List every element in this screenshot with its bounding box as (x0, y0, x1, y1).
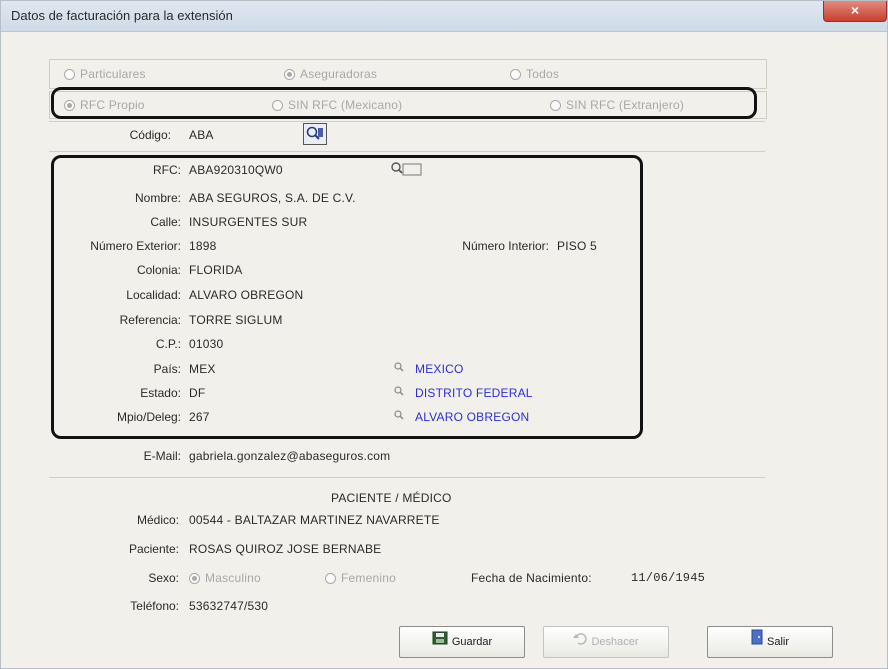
pais-value[interactable]: MEX (189, 362, 216, 376)
radio-femenino[interactable] (325, 573, 336, 584)
radio-masculino-label: Masculino (205, 571, 261, 585)
salir-label: Salir (766, 636, 789, 648)
deshacer-button[interactable]: Deshacer (543, 626, 669, 658)
referencia-value[interactable]: TORRE SIGLUM (189, 313, 283, 327)
radio-particulares-label: Particulares (80, 67, 146, 81)
estado-search-icon[interactable] (393, 386, 407, 396)
codigo-value[interactable]: ABA (189, 128, 214, 142)
rfc-type-group: RFC Propio SIN RFC (Mexicano) SIN RFC (E… (49, 91, 767, 119)
pais-name: MEXICO (415, 362, 464, 376)
colonia-label: Colonia: (136, 263, 181, 277)
fecha-nacimiento-value[interactable]: 11/06/1945 (631, 571, 705, 585)
radio-aseguradoras[interactable] (284, 69, 295, 80)
referencia-label: Referencia: (119, 313, 181, 327)
billing-dialog: Datos de facturación para la extensión ×… (0, 0, 888, 669)
calle-label: Calle: (150, 215, 181, 229)
title-bar: Datos de facturación para la extensión × (1, 1, 887, 32)
numero-interior-label: Número Interior: (462, 239, 549, 253)
medico-label: Médico: (136, 513, 179, 527)
email-label: E-Mail: (143, 449, 181, 463)
patient-section-heading: PACIENTE / MÉDICO (331, 491, 452, 505)
cp-label: C.P.: (155, 337, 181, 351)
radio-sin-rfc-extranjero-label: SIN RFC (Extranjero) (566, 98, 685, 112)
radio-rfc-propio[interactable] (64, 100, 75, 111)
telefono-value[interactable]: 53632747/530 (189, 599, 268, 613)
numero-interior-value[interactable]: PISO 5 (557, 239, 597, 253)
codigo-search-button[interactable] (303, 123, 327, 145)
rfc-value[interactable]: ABA920310QW0 (189, 163, 283, 177)
colonia-value[interactable]: FLORIDA (189, 263, 242, 277)
estado-label: Estado: (140, 386, 181, 400)
close-button[interactable]: × (823, 1, 887, 22)
undo-icon (573, 627, 588, 657)
radio-todos[interactable] (510, 69, 521, 80)
radio-sin-rfc-extranjero[interactable] (550, 100, 561, 111)
numero-exterior-label: Número Exterior: (90, 239, 181, 253)
guardar-label: Guardar (451, 636, 493, 648)
nombre-value[interactable]: ABA SEGUROS, S.A. DE C.V. (189, 191, 356, 205)
filter-type-group: Particulares Aseguradoras Todos (49, 59, 767, 89)
pais-label: País: (153, 362, 181, 376)
guardar-button[interactable]: Guardar (399, 626, 525, 658)
telefono-label: Teléfono: (130, 599, 179, 613)
window-title: Datos de facturación para la extensión (11, 8, 233, 23)
deshacer-label: Deshacer (591, 636, 639, 648)
codigo-label: Código: (129, 128, 171, 142)
radio-masculino[interactable] (189, 573, 200, 584)
radio-aseguradoras-label: Aseguradoras (300, 67, 378, 81)
radio-sin-rfc-mexicano[interactable] (272, 100, 283, 111)
sexo-label: Sexo: (148, 571, 179, 585)
municipio-value[interactable]: 267 (189, 410, 210, 424)
rfc-lookup-button[interactable] (389, 161, 423, 177)
nombre-label: Nombre: (134, 191, 181, 205)
pais-search-icon[interactable] (393, 362, 407, 372)
calle-value[interactable]: INSURGENTES SUR (189, 215, 307, 229)
estado-name: DISTRITO FEDERAL (415, 386, 533, 400)
radio-todos-label: Todos (526, 67, 560, 81)
paciente-value[interactable]: ROSAS QUIROZ JOSE BERNABE (189, 542, 381, 556)
exit-door-icon (751, 627, 763, 657)
rfc-label: RFC: (153, 163, 181, 177)
localidad-value[interactable]: ALVARO OBREGON (189, 288, 303, 302)
paciente-label: Paciente: (128, 542, 179, 556)
magnifier-icon (306, 126, 323, 140)
localidad-label: Localidad: (126, 288, 181, 302)
cp-value[interactable]: 01030 (189, 337, 223, 351)
medico-value[interactable]: 00544 - BALTAZAR MARTINEZ NAVARRETE (189, 513, 440, 527)
radio-femenino-label: Femenino (341, 571, 396, 585)
municipio-name: ALVARO OBREGON (415, 410, 530, 424)
fecha-nacimiento-label: Fecha de Nacimiento: (471, 571, 592, 585)
save-icon (432, 627, 448, 657)
radio-sin-rfc-mexicano-label: SIN RFC (Mexicano) (288, 98, 403, 112)
salir-button[interactable]: Salir (707, 626, 833, 658)
municipio-search-icon[interactable] (393, 410, 407, 420)
magnifier-icon (391, 162, 422, 176)
radio-rfc-propio-label: RFC Propio (80, 98, 145, 112)
email-value[interactable]: gabriela.gonzalez@abaseguros.com (189, 449, 390, 463)
estado-value[interactable]: DF (189, 386, 205, 400)
numero-exterior-value[interactable]: 1898 (189, 239, 217, 253)
municipio-label: Mpio/Deleg: (116, 410, 181, 424)
radio-particulares[interactable] (64, 69, 75, 80)
